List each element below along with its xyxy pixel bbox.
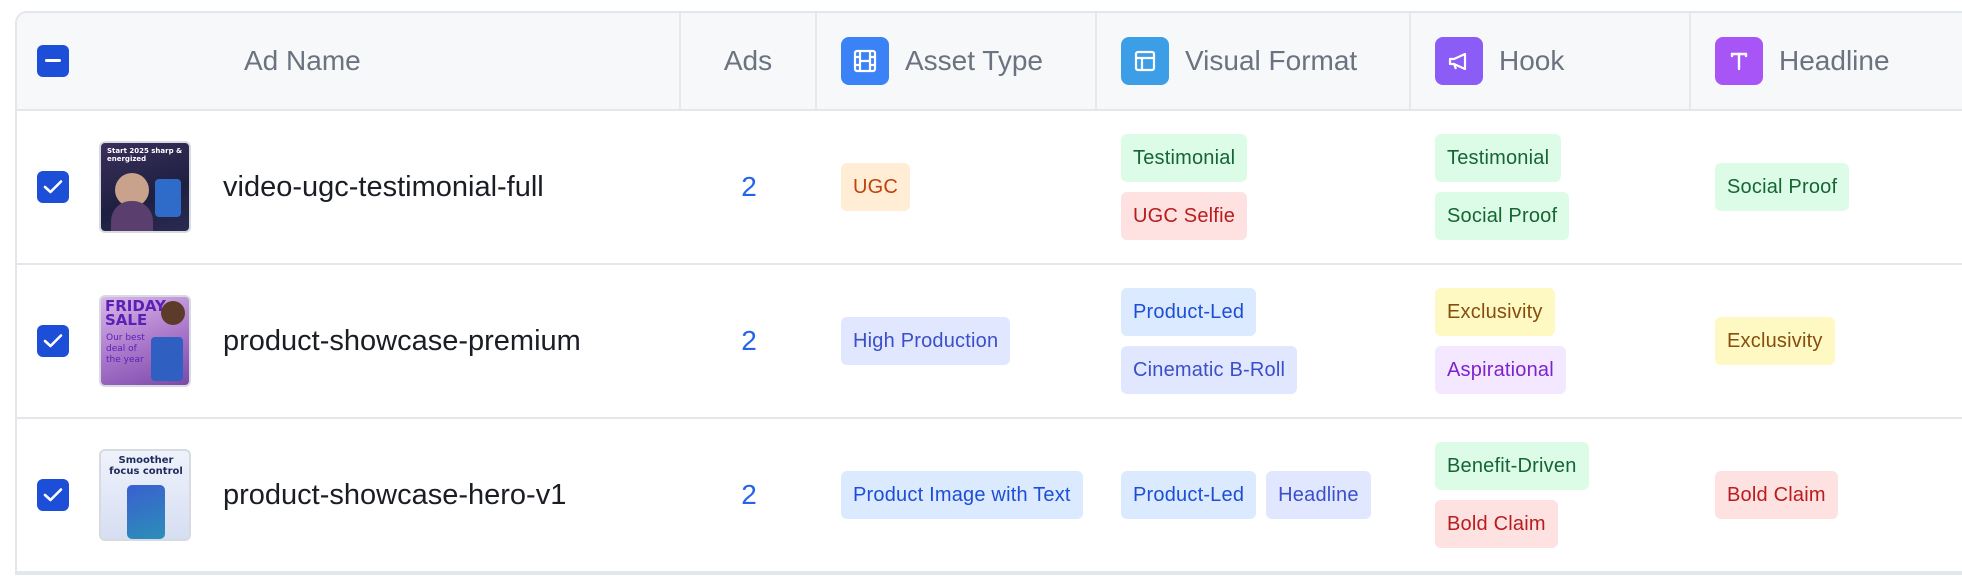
visual-format-tag: Cinematic B-Roll (1121, 346, 1298, 394)
table-row[interactable]: FRIDAY SALE Our best deal of the year pr… (17, 265, 1962, 419)
ad-thumbnail[interactable]: Start 2025 sharp & energized (99, 141, 191, 233)
visual-format-cell: Testimonial UGC Selfie (1097, 111, 1411, 263)
layout-icon (1121, 37, 1169, 85)
visual-format-tag: Product-Led (1121, 471, 1257, 519)
headline-tag: Social Proof (1715, 163, 1850, 211)
ad-name-cell: Start 2025 sharp & energized video-ugc-t… (87, 111, 681, 263)
megaphone-icon (1435, 37, 1483, 85)
ads-count[interactable]: 2 (741, 479, 757, 511)
ad-name-cell: Smoother focus control product-showcase-… (87, 419, 681, 571)
row-select-cell (17, 419, 87, 571)
asset-type-tag: Product Image with Text (841, 471, 1083, 519)
visual-format-tag: Headline (1266, 471, 1371, 519)
column-header-ads[interactable]: Ads (681, 13, 817, 109)
column-label: Ad Name (244, 45, 361, 76)
headline-cell: Social Proof (1691, 111, 1962, 263)
asset-type-cell: High Production (817, 265, 1097, 417)
row-checkbox[interactable] (37, 171, 69, 203)
person-shoulders (111, 201, 153, 231)
table-row[interactable]: Smoother focus control product-showcase-… (17, 419, 1962, 573)
hook-tag: Benefit-Driven (1435, 442, 1589, 490)
select-all-cell (17, 13, 87, 109)
table-header: Ad Name Ads Asset Type Visual Format Hoo… (17, 13, 1962, 111)
ads-count-cell: 2 (681, 419, 817, 571)
ads-table: Ad Name Ads Asset Type Visual Format Hoo… (15, 11, 1962, 575)
asset-type-tag: High Production (841, 317, 1011, 365)
headline-tag: Exclusivity (1715, 317, 1835, 365)
thumbnail-text: FRIDAY SALE (105, 297, 166, 329)
visual-format-cell: Product-Led Cinematic B-Roll (1097, 265, 1411, 417)
select-all-checkbox[interactable] (37, 45, 69, 77)
product-pack (155, 179, 181, 217)
hook-cell: Benefit-Driven Bold Claim (1411, 419, 1691, 571)
ad-name-cell: FRIDAY SALE Our best deal of the year pr… (87, 265, 681, 417)
hook-tag: Exclusivity (1435, 288, 1555, 336)
thumbnail-text: Smoother focus control (109, 455, 183, 477)
column-label: Ads (723, 45, 773, 76)
visual-format-tag: Product-Led (1121, 288, 1257, 336)
text-icon (1715, 37, 1763, 85)
ad-name[interactable]: product-showcase-premium (223, 325, 581, 358)
ad-name[interactable]: product-showcase-hero-v1 (223, 479, 566, 512)
visual-format-cell: Product-Led Headline (1097, 419, 1411, 571)
column-header-visual-format[interactable]: Visual Format (1097, 13, 1411, 109)
thumbnail-text: Start 2025 sharp & energized (107, 147, 183, 163)
ads-count-cell: 2 (681, 111, 817, 263)
hook-tag: Testimonial (1435, 134, 1562, 182)
headline-cell: Bold Claim (1691, 419, 1962, 571)
visual-format-tag: Testimonial (1121, 134, 1248, 182)
visual-format-tag: UGC Selfie (1121, 192, 1248, 240)
hook-tag: Aspirational (1435, 346, 1566, 394)
column-header-asset-type[interactable]: Asset Type (817, 13, 1097, 109)
ad-thumbnail[interactable]: FRIDAY SALE Our best deal of the year (99, 295, 191, 387)
product-pack (151, 337, 183, 381)
thumbnail-subtext: Our best deal of the year (106, 333, 145, 365)
row-checkbox[interactable] (37, 479, 69, 511)
ads-count[interactable]: 2 (741, 325, 757, 357)
hook-tag: Bold Claim (1435, 500, 1558, 548)
film-icon (841, 37, 889, 85)
column-header-ad-name[interactable]: Ad Name (87, 13, 681, 109)
ad-thumbnail[interactable]: Smoother focus control (99, 449, 191, 541)
decoration (161, 301, 185, 325)
product-pack (127, 485, 165, 539)
column-label: Headline (1779, 45, 1890, 76)
column-header-headline[interactable]: Headline (1691, 13, 1962, 109)
row-checkbox[interactable] (37, 325, 69, 357)
headline-tag: Bold Claim (1715, 471, 1838, 519)
headline-cell: Exclusivity (1691, 265, 1962, 417)
ad-name[interactable]: video-ugc-testimonial-full (223, 171, 544, 204)
ads-count-cell: 2 (681, 265, 817, 417)
asset-type-tag: UGC (841, 163, 911, 211)
hook-tag: Social Proof (1435, 192, 1570, 240)
ads-count[interactable]: 2 (741, 171, 757, 203)
column-label: Asset Type (905, 45, 1044, 76)
table-row[interactable]: Start 2025 sharp & energized video-ugc-t… (17, 111, 1962, 265)
column-label: Visual Format (1185, 45, 1358, 76)
hook-cell: Testimonial Social Proof (1411, 111, 1691, 263)
asset-type-cell: Product Image with Text (817, 419, 1097, 571)
column-header-hook[interactable]: Hook (1411, 13, 1691, 109)
row-select-cell (17, 111, 87, 263)
hook-cell: Exclusivity Aspirational (1411, 265, 1691, 417)
asset-type-cell: UGC (817, 111, 1097, 263)
column-label: Hook (1499, 45, 1565, 76)
row-select-cell (17, 265, 87, 417)
